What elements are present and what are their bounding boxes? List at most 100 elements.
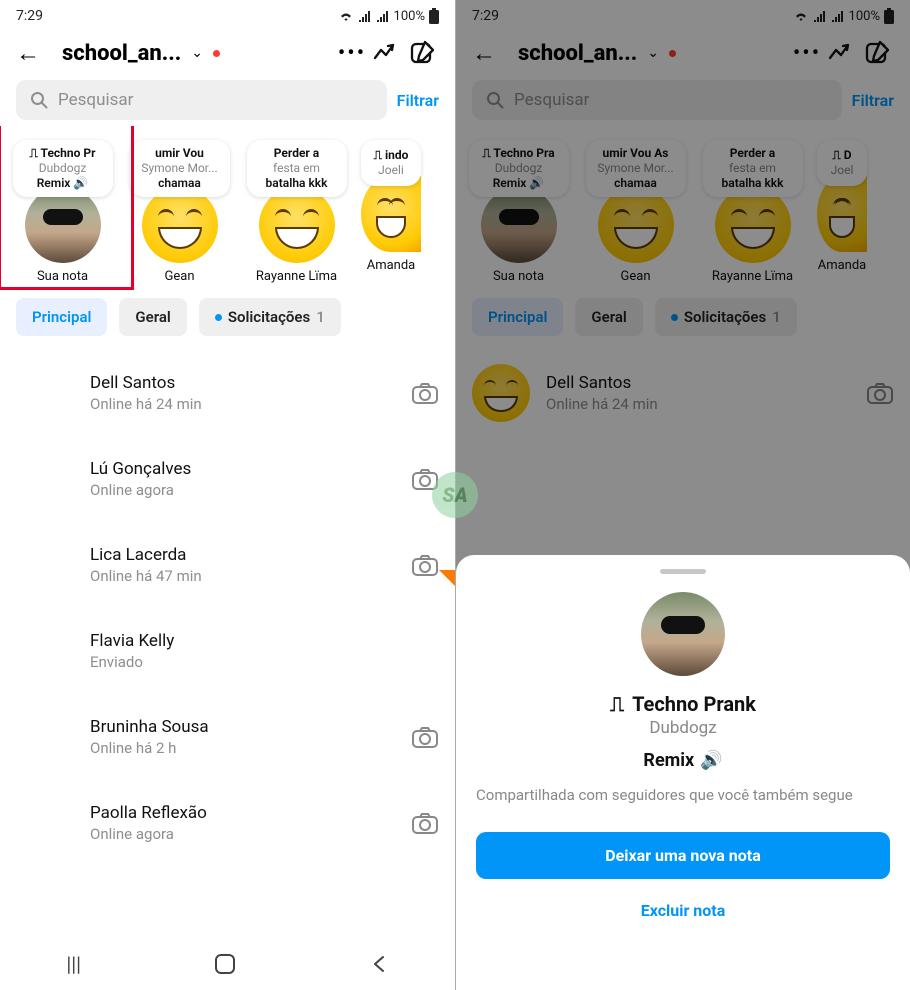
note-item[interactable]: ⎍ D Joel Amanda (817, 140, 867, 284)
search-placeholder: Pesquisar (58, 90, 133, 110)
notes-row: ⎍ Techno Pra Dubdogz Remix 🔊 Sua nota um… (456, 126, 910, 292)
avatar (16, 450, 74, 508)
note-detail-sheet: ⎍ Techno Prank Dubdogz Remix 🔊 Compartil… (456, 555, 910, 990)
camera-icon[interactable] (411, 381, 439, 405)
tab-principal[interactable]: Principal (472, 298, 563, 336)
username-switcher[interactable]: school_an... (62, 41, 181, 66)
avatar (142, 187, 218, 263)
filter-link[interactable]: Filtrar (397, 91, 439, 110)
back-button[interactable]: ← (472, 41, 502, 65)
chevron-down-icon[interactable]: ⌄ (191, 45, 203, 61)
note-remix: Remix 🔊 (643, 750, 722, 771)
back-nav-button[interactable] (369, 954, 389, 974)
dm-header: ← school_an... ⌄ ••• (456, 30, 910, 80)
tab-principal[interactable]: Principal (16, 298, 107, 336)
chat-row[interactable]: Bruninha Sousa Online há 2 h (0, 694, 455, 780)
avatar (361, 176, 421, 252)
note-your-note[interactable]: ⎍ Techno Pra Dubdogz Remix 🔊 Sua nota (466, 140, 571, 284)
battery-icon (429, 8, 439, 24)
signal-icon (813, 10, 827, 22)
note-bubble: umir Vou As Symone Mor... chamaa (586, 140, 686, 197)
delete-note-link[interactable]: Excluir nota (641, 901, 726, 920)
chat-list: Dell Santos Online há 24 min (456, 340, 910, 436)
tab-solicitacoes[interactable]: Solicitações 1 (655, 298, 797, 336)
avatar (16, 536, 74, 594)
request-dot (215, 314, 222, 321)
tabs-row: Principal Geral Solicitações 1 (0, 292, 455, 340)
note-title: ⎍ Techno Prank (610, 692, 756, 716)
note-bubble: umir Vou Symone Mor... chamaa (130, 140, 230, 197)
tabs-row: Principal Geral Solicitações 1 (456, 292, 910, 340)
chat-list: Dell Santos Online há 24 min Lú Gonçalve… (0, 340, 455, 866)
chat-row[interactable]: Lú Gonçalves Online agora (0, 436, 455, 522)
note-item[interactable]: Perder a festa em batalha kkk Rayanne Lï… (244, 140, 349, 284)
sheet-handle[interactable] (660, 569, 706, 574)
speaker-icon: 🔊 (700, 750, 722, 771)
username-switcher[interactable]: school_an... (518, 41, 637, 66)
notes-row: ⎍ Techno Pr Dubdogz Remix 🔊 Sua nota umi… (0, 126, 455, 292)
search-input[interactable]: Pesquisar (16, 80, 387, 120)
android-nav: ||| (0, 938, 455, 990)
avatar (16, 622, 74, 680)
music-bars-icon: ⎍ (610, 692, 624, 716)
wifi-icon (793, 10, 809, 22)
note-item[interactable]: ⎍ indo Joeli Amanda (361, 140, 421, 284)
avatar (472, 364, 530, 422)
tab-geral[interactable]: Geral (119, 298, 186, 336)
note-bubble: ⎍ indo Joeli (361, 140, 421, 186)
search-icon (486, 91, 504, 109)
watermark: SA (432, 472, 478, 518)
chat-row[interactable]: Flavia Kelly Enviado (0, 608, 455, 694)
status-right: 100% (338, 8, 439, 24)
camera-icon[interactable] (411, 553, 439, 577)
pane-right: 7:29 100% ← school_an... ⌄ ••• Pesquisar… (455, 0, 910, 990)
filter-link[interactable]: Filtrar (852, 91, 894, 110)
avatar (259, 187, 335, 263)
tutorial-highlight (0, 126, 134, 290)
more-button[interactable]: ••• (337, 41, 367, 66)
notification-dot (669, 50, 676, 57)
compose-button[interactable] (409, 40, 439, 66)
avatar (16, 794, 74, 852)
tab-solicitacoes[interactable]: Solicitações 1 (199, 298, 341, 336)
camera-icon[interactable] (411, 811, 439, 835)
pane-left: 7:29 100% ← school_an... ⌄ ••• Pesquisar… (0, 0, 455, 990)
new-note-button[interactable]: Deixar uma nova nota (476, 832, 890, 879)
avatar (641, 592, 725, 676)
avatar (16, 708, 74, 766)
note-item[interactable]: umir Vou Symone Mor... chamaa Gean (127, 140, 232, 284)
compose-button[interactable] (864, 40, 894, 66)
camera-icon[interactable] (866, 381, 894, 405)
note-visibility-desc: Compartilhada com seguidores que você ta… (476, 785, 890, 806)
note-item[interactable]: umir Vou As Symone Mor... chamaa Gean (583, 140, 688, 284)
activity-icon[interactable] (828, 42, 858, 64)
tab-geral[interactable]: Geral (575, 298, 642, 336)
note-bubble: Perder a festa em batalha kkk (703, 140, 803, 197)
status-right: 100% (793, 8, 894, 24)
back-button[interactable]: ← (16, 41, 46, 65)
search-row: Pesquisar Filtrar (0, 80, 455, 126)
chat-row[interactable]: Dell Santos Online há 24 min (0, 350, 455, 436)
search-input[interactable]: Pesquisar (472, 80, 842, 120)
chat-row[interactable]: Lica Lacerda Online há 47 min (0, 522, 455, 608)
chat-row[interactable]: Paolla Reflexão Online agora (0, 780, 455, 866)
decorative-corner (439, 570, 455, 586)
search-row: Pesquisar Filtrar (456, 80, 910, 126)
chat-row[interactable]: Dell Santos Online há 24 min (456, 350, 910, 436)
status-time: 7:29 (472, 8, 499, 24)
home-button[interactable] (214, 953, 236, 975)
more-button[interactable]: ••• (792, 41, 822, 66)
chevron-down-icon[interactable]: ⌄ (647, 45, 659, 61)
note-bubble: ⎍ D Joel (817, 140, 867, 186)
status-time: 7:29 (16, 8, 43, 24)
status-bar: 7:29 100% (0, 0, 455, 30)
notification-dot (213, 50, 220, 57)
search-icon (30, 91, 48, 109)
search-placeholder: Pesquisar (514, 90, 589, 110)
signal-icon-2 (376, 10, 390, 22)
camera-icon[interactable] (411, 725, 439, 749)
note-item[interactable]: Perder a festa em batalha kkk Rayanne Lï… (700, 140, 805, 284)
recents-button[interactable]: ||| (66, 952, 81, 976)
activity-icon[interactable] (373, 42, 403, 64)
avatar (481, 187, 557, 263)
